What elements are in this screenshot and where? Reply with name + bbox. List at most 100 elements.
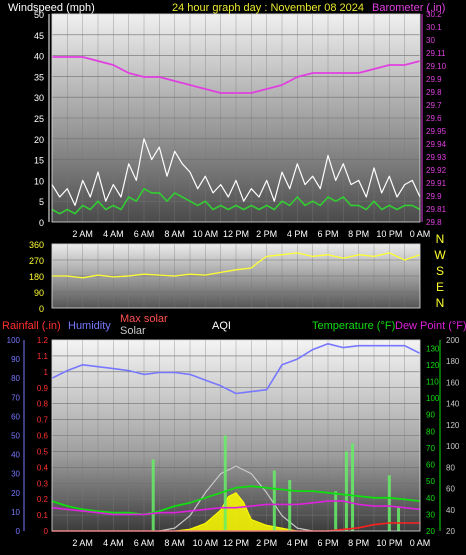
compass-label: N — [436, 232, 445, 246]
uv-bar — [351, 443, 355, 531]
wind-tick-label: 15 — [34, 156, 44, 166]
time-tick-label: 10 AM — [193, 229, 219, 239]
time-tick-label: 2 PM — [256, 538, 277, 548]
humidity-tick-label: 40 — [11, 451, 20, 460]
wind-tick-label: 45 — [34, 31, 44, 41]
time-tick-label: 10 PM — [376, 538, 402, 548]
humidity-tick-label: 10 — [11, 508, 20, 517]
rain-tick-label: 1.1 — [37, 352, 49, 361]
time-tick-label: 4 PM — [287, 229, 308, 239]
barometer-tick-label: 29.8 — [426, 218, 442, 227]
time-tick-label: 10 AM — [193, 538, 219, 548]
barometer-tick-label: 29.6 — [426, 114, 442, 123]
wind-tick-label: 40 — [34, 52, 44, 62]
time-tick-label: 8 PM — [348, 538, 369, 548]
direction-tick-label: 90 — [34, 288, 44, 298]
humidity-tick-label: 20 — [11, 489, 20, 498]
solar-tick-label: 140 — [446, 400, 460, 409]
wind-tick-label: 25 — [34, 114, 44, 124]
direction-tick-label: 0 — [39, 304, 44, 314]
temperature-tick-label: 60 — [426, 461, 435, 470]
time-tick-label: 8 AM — [164, 538, 185, 548]
temperature-tick-label: 50 — [426, 477, 435, 486]
time-tick-label: 6 AM — [134, 538, 155, 548]
solar-tick-label: 120 — [446, 421, 460, 430]
rain-tick-label: 0.6 — [37, 432, 49, 441]
humidity-tick-label: 100 — [7, 336, 21, 345]
barometer-tick-label: 29.9 — [426, 192, 442, 201]
humidity-tick-label: 0 — [16, 527, 21, 536]
solar-tick-label: 200 — [446, 336, 460, 345]
time-tick-label: 4 AM — [103, 229, 124, 239]
time-tick-label: 6 AM — [134, 229, 155, 239]
solar-tick-label: 160 — [446, 378, 460, 387]
temperature-tick-label: 120 — [426, 361, 440, 370]
weather-graph: 0 5 10 15 20 25 30 35 40 45 50 29.8 29.81 29.9 29.91 29… — [0, 0, 466, 555]
compass-label: E — [436, 280, 444, 294]
uv-bar — [223, 435, 227, 531]
temperature-tick-label: 30 — [426, 510, 435, 519]
rain-tick-label: 0.8 — [37, 400, 49, 409]
barometer-tick-label: 30 — [426, 36, 435, 45]
humidity-tick-label: 60 — [11, 412, 20, 421]
time-tick-label: 2 PM — [256, 229, 277, 239]
time-tick-label: 6 PM — [317, 229, 338, 239]
temperature-tick-label: 20 — [426, 527, 435, 536]
barometer-tick-label: 29.92 — [426, 166, 447, 175]
time-tick-label: 6 PM — [317, 538, 338, 548]
barometer-tick-label: 29.95 — [426, 127, 447, 136]
uv-bar — [334, 491, 338, 531]
time-tick-label: 12 PM — [223, 538, 249, 548]
humidity-tick-label: 30 — [11, 470, 20, 479]
rain-tick-label: 0.3 — [37, 479, 49, 488]
max-solar-legend: Max solar — [120, 313, 168, 325]
barometer-tick-label: 29.10 — [426, 62, 447, 71]
compass-label: N — [436, 296, 445, 310]
wind-tick-label: 35 — [34, 72, 44, 82]
uv-bar — [151, 459, 155, 531]
wind-tick-label: 5 — [39, 197, 44, 207]
rain-tick-label: 0 — [44, 527, 49, 536]
time-tick-label: 2 AM — [72, 538, 93, 548]
temperature-tick-label: 80 — [426, 427, 435, 436]
temperature-tick-label: 100 — [426, 394, 440, 403]
rain-tick-label: 0.9 — [37, 384, 49, 393]
temperature-tick-label: 130 — [426, 344, 440, 353]
humidity-tick-label: 90 — [11, 355, 20, 364]
dewpoint-legend: Dew Point (°F) — [395, 320, 466, 332]
solar-legend: Solar — [120, 325, 146, 337]
aqi-legend: AQI — [212, 320, 231, 332]
direction-tick-label: 270 — [29, 256, 44, 266]
barometer-tick-label: 29.9 — [426, 75, 442, 84]
rain-tick-label: 0.4 — [37, 463, 49, 472]
temperature-tick-label: 70 — [426, 444, 435, 453]
humidity-tick-label: 50 — [11, 432, 20, 441]
solar-tick-label: 180 — [446, 357, 460, 366]
rain-tick-label: 0.1 — [37, 511, 49, 520]
time-tick-label: 8 PM — [348, 229, 369, 239]
rain-tick-label: 1 — [44, 368, 49, 377]
compass-label: W — [434, 248, 446, 262]
wind-tick-label: 10 — [34, 176, 44, 186]
rain-tick-label: 0.5 — [37, 447, 49, 456]
time-tick-label: 8 AM — [164, 229, 185, 239]
solar-tick-label: 60 — [446, 485, 455, 494]
barometer-tick-label: 29.94 — [426, 140, 447, 149]
barometer-tick-label: 29.11 — [426, 49, 446, 58]
wind-tick-label: 0 — [39, 218, 44, 228]
barometer-tick-label: 29.81 — [426, 205, 447, 214]
weather-chart-svg: 0510152025303540455029.829.8129.929.9129… — [7, 10, 460, 548]
barometer-tick-label: 29.93 — [426, 153, 447, 162]
humidity-legend: Humidity — [68, 320, 111, 332]
time-tick-label: 12 PM — [223, 229, 249, 239]
barometer-tick-label: 29.8 — [426, 88, 442, 97]
rain-tick-label: 0.7 — [37, 416, 49, 425]
chart-title: 24 hour graph day : November 08 2024 — [172, 2, 365, 14]
barometer-tick-label: 29.91 — [426, 179, 447, 188]
uv-bar — [288, 480, 292, 531]
rain-tick-label: 0.2 — [37, 495, 49, 504]
barometer-tick-label: 30.1 — [426, 23, 442, 32]
uv-bar — [344, 451, 348, 531]
time-tick-label: 2 AM — [72, 229, 93, 239]
temperature-legend: Temperature (°F) — [312, 320, 396, 332]
